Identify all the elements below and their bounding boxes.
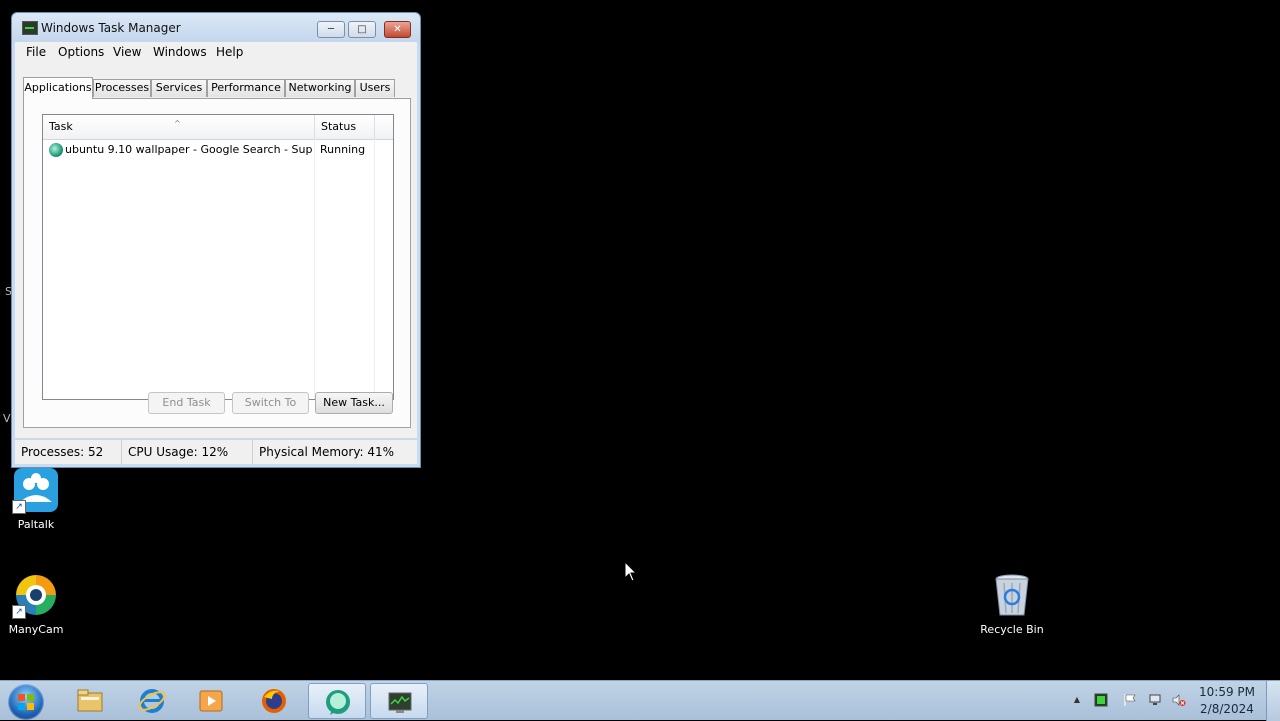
sort-ascending-icon: ^ <box>174 119 181 128</box>
menu-file[interactable]: File <box>26 45 46 59</box>
windows-explorer-icon <box>77 689 103 712</box>
column-divider <box>314 139 315 399</box>
task-manager-tray-icon[interactable] <box>1094 693 1108 707</box>
menu-view[interactable]: View <box>113 45 141 59</box>
switch-to-button[interactable]: Switch To <box>232 392 309 414</box>
tab-users[interactable]: Users <box>355 79 395 97</box>
taskbar-task-manager[interactable] <box>370 683 428 719</box>
task-manager-taskbar-icon <box>388 692 412 713</box>
desktop-icon-recycle-bin[interactable]: Recycle Bin <box>976 571 1048 636</box>
show-desktop-button[interactable] <box>1266 681 1280 721</box>
status-physical-memory: Physical Memory: 41% <box>259 445 395 459</box>
windows-logo-icon <box>18 694 34 710</box>
column-divider <box>374 139 375 399</box>
taskbar-firefox[interactable] <box>245 683 303 719</box>
taskbar: ▲ 10:59 PM 2/8/2024 <box>0 680 1280 721</box>
window-client-area: Applications Processes Services Performa… <box>15 62 417 438</box>
show-hidden-icons-chevron-icon[interactable]: ▲ <box>1070 693 1084 707</box>
internet-explorer-icon <box>138 689 166 713</box>
task-status: Running <box>320 143 366 156</box>
maximize-button[interactable]: □ <box>348 21 376 38</box>
taskbar-explorer[interactable] <box>61 683 119 719</box>
media-player-icon <box>199 690 223 712</box>
column-header-task[interactable]: Task ^ <box>43 115 315 139</box>
tab-networking[interactable]: Networking <box>285 79 355 97</box>
recycle-bin-icon <box>988 571 1036 619</box>
column-label: Task <box>49 120 73 133</box>
desktop-icon-label: Recycle Bin <box>980 623 1044 636</box>
start-button[interactable] <box>8 684 44 720</box>
shortcut-arrow-icon: ↗ <box>12 605 26 619</box>
paltalk-icon: ↗ <box>12 466 60 514</box>
desktop-icon-label: ManyCam <box>8 623 64 636</box>
desktop-icon-paltalk[interactable]: ↗ Paltalk <box>0 466 72 531</box>
shortcut-arrow-icon: ↗ <box>12 500 26 514</box>
status-processes: Processes: 52 <box>15 440 122 464</box>
applications-panel: Task ^ Status ubuntu 9.10 wallpaper - Go… <box>23 98 411 428</box>
taskbar-paltalk[interactable] <box>308 683 366 719</box>
volume-muted-icon[interactable] <box>1172 693 1186 707</box>
column-header-filler <box>375 115 393 139</box>
new-task-button[interactable]: New Task... <box>315 392 393 414</box>
desktop-icon-manycam[interactable]: ↗ ManyCam <box>0 571 72 636</box>
list-header: Task ^ Status <box>43 115 393 140</box>
taskbar-media-player[interactable] <box>182 683 240 719</box>
clock-time: 10:59 PM <box>1199 685 1255 699</box>
menu-bar: File Options View Windows Help <box>15 42 417 62</box>
title-bar[interactable]: Windows Task Manager ─ □ ✕ <box>12 13 420 43</box>
minimize-button[interactable]: ─ <box>317 21 345 38</box>
manycam-icon: ↗ <box>12 571 60 619</box>
column-header-status[interactable]: Status <box>315 115 375 139</box>
close-button[interactable]: ✕ <box>384 21 411 38</box>
taskbar-internet-explorer[interactable] <box>123 683 181 719</box>
window-title: Windows Task Manager <box>41 21 181 35</box>
paltalk-app-icon <box>49 143 63 157</box>
desktop-edge-fragment: V <box>3 412 11 425</box>
clock-date: 2/8/2024 <box>1200 702 1254 716</box>
firefox-icon <box>262 689 286 713</box>
menu-help[interactable]: Help <box>216 45 243 59</box>
end-task-button[interactable]: End Task <box>148 392 225 414</box>
menu-windows[interactable]: Windows <box>153 45 207 59</box>
action-center-flag-icon[interactable] <box>1123 693 1137 707</box>
table-row[interactable]: ubuntu 9.10 wallpaper - Google Search - … <box>43 140 393 160</box>
tab-applications[interactable]: Applications <box>23 77 93 99</box>
tab-services[interactable]: Services <box>151 79 207 97</box>
system-clock[interactable]: 10:59 PM 2/8/2024 <box>1196 684 1258 718</box>
mouse-cursor-icon <box>624 561 638 582</box>
task-list[interactable]: Task ^ Status ubuntu 9.10 wallpaper - Go… <box>42 114 394 400</box>
tab-processes[interactable]: Processes <box>93 79 151 97</box>
desktop-icon-label: Paltalk <box>17 518 55 531</box>
network-icon[interactable] <box>1148 693 1162 707</box>
paltalk-taskbar-icon <box>326 690 350 715</box>
status-bar: Processes: 52 CPU Usage: 12% Physical Me… <box>15 439 417 464</box>
task-manager-icon <box>22 21 38 35</box>
task-name: ubuntu 9.10 wallpaper - Google Search - … <box>65 143 313 156</box>
menu-options[interactable]: Options <box>58 45 104 59</box>
status-cpu-usage: CPU Usage: 12% <box>122 440 253 464</box>
tab-performance[interactable]: Performance <box>207 79 285 97</box>
task-manager-window: Windows Task Manager ─ □ ✕ File Options … <box>11 12 421 468</box>
